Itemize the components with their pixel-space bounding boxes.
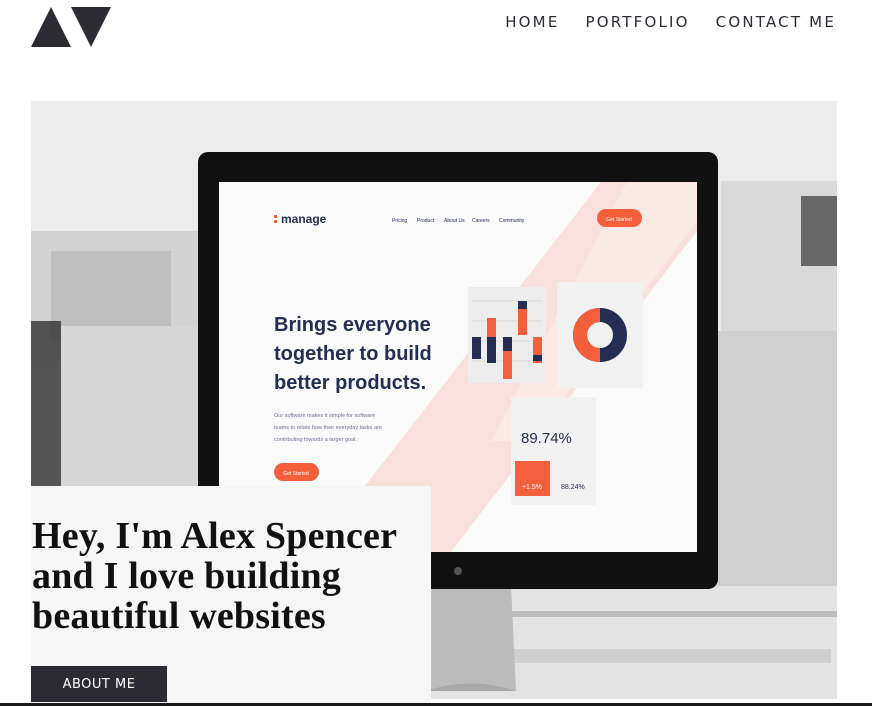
mockup-stat-small: 88.24%	[561, 484, 585, 491]
mockup-body-1: Our software makes it simple for softwar…	[274, 413, 375, 419]
about-me-button[interactable]: ABOUT ME	[31, 666, 167, 702]
intro-heading: Hey, I'm Alex Spencer and I love buildin…	[32, 515, 397, 637]
main-nav: HOME PORTFOLIO CONTACT ME	[505, 13, 836, 31]
mockup-nav-4: Careers	[472, 218, 490, 224]
mockup-body-3: contributing towards a larger goal.	[274, 437, 357, 443]
mockup-headline-3: better products.	[274, 372, 426, 394]
intro-card: Hey, I'm Alex Spencer and I love buildin…	[31, 486, 431, 706]
mockup-cta-top: Get Started	[606, 217, 632, 223]
mockup-cta-bottom: Get Started	[283, 471, 309, 477]
mockup-stat-change: +1.5%	[522, 484, 542, 491]
nav-contact[interactable]: CONTACT ME	[716, 13, 836, 31]
nav-home[interactable]: HOME	[505, 13, 559, 31]
mockup-nav-1: Pricing	[392, 218, 408, 224]
mockup-nav-3: About Us	[444, 218, 465, 224]
nav-portfolio[interactable]: PORTFOLIO	[586, 13, 690, 31]
mockup-body-2: teams to relate how their everyday tasks…	[274, 425, 382, 431]
logo-icon[interactable]	[31, 7, 111, 47]
mockup-headline-2: together to build	[274, 343, 432, 365]
mockup-brand: manage	[281, 212, 327, 226]
mockup-nav-2: Product	[417, 218, 435, 224]
mockup-nav-5: Community	[499, 218, 525, 224]
mockup-headline-1: Brings everyone	[274, 314, 431, 336]
mockup-stat-main: 89.74%	[521, 430, 572, 447]
